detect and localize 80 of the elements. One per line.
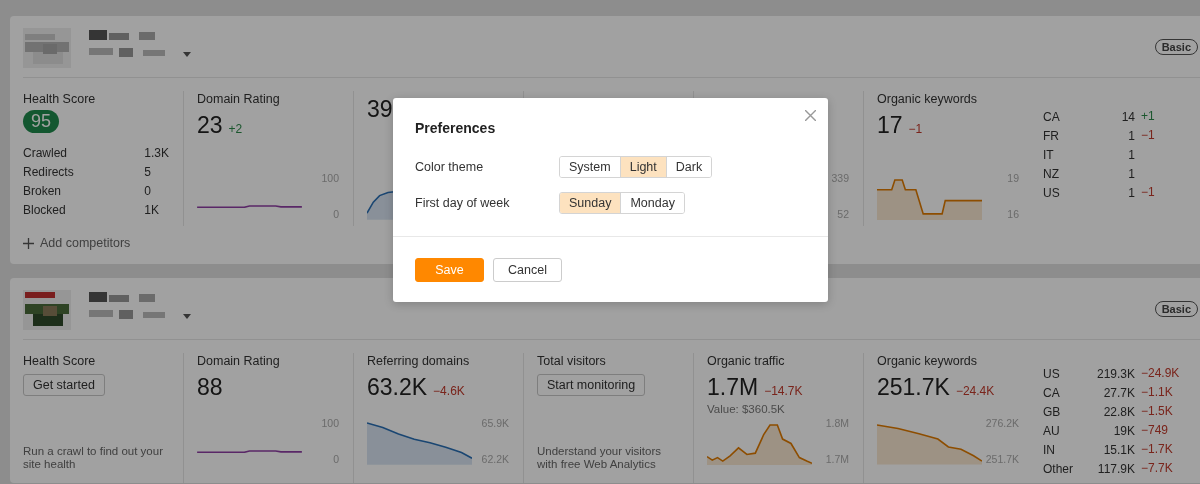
country-change: −749 [1141, 423, 1170, 439]
stat-label: Crawled [23, 145, 68, 161]
cancel-button[interactable]: Cancel [493, 258, 562, 282]
metric-change: +2 [228, 122, 243, 136]
country-value: 117.9K [1096, 461, 1135, 477]
setting-label: First day of week [415, 196, 511, 210]
metric-value: 23 [197, 111, 223, 139]
country-value: 1 [1127, 166, 1135, 182]
country-code: IN [1043, 442, 1056, 458]
metric-label: Referring domains [367, 353, 471, 369]
metric-change: −14.7K [764, 384, 803, 398]
country-value: 1 [1127, 128, 1135, 144]
metric-change: −4.6K [433, 384, 465, 398]
setting-label: Color theme [415, 160, 485, 174]
country-code: NZ [1043, 166, 1060, 182]
metric-label: Health Score [23, 353, 97, 369]
country-change: −1 [1141, 185, 1156, 201]
stat-value: 0 [144, 183, 152, 199]
metric-change: −24.4K [955, 384, 995, 398]
country-value: 1 [1127, 147, 1135, 163]
caret-icon[interactable] [183, 314, 191, 319]
country-code: GB [1043, 404, 1062, 420]
country-change: +1 [1141, 109, 1156, 125]
metric-value: 17 [877, 111, 903, 139]
country-change: −24.9K [1141, 366, 1181, 382]
option-toggle[interactable]: Dark [665, 157, 712, 177]
close-icon [805, 110, 816, 121]
country-code: CA [1043, 385, 1061, 401]
country-code: IT [1043, 147, 1055, 163]
metric-value: 1.7M [707, 373, 759, 401]
country-change: −1 [1141, 128, 1156, 144]
stat-value: 1K [144, 202, 160, 218]
country-code: Other [1043, 461, 1074, 477]
country-change: −1.5K [1141, 404, 1174, 420]
country-value: 27.7K [1102, 385, 1135, 401]
caret-icon[interactable] [183, 52, 191, 57]
country-value: 1 [1127, 185, 1135, 201]
dialog-title: Preferences [415, 120, 497, 136]
country-change: −7.7K [1141, 461, 1174, 477]
stat-label: Broken [23, 183, 63, 199]
close-button[interactable] [803, 108, 818, 123]
country-code: US [1043, 366, 1061, 382]
metric-label: Total visitors [537, 353, 607, 369]
country-change: −1.1K [1141, 385, 1174, 401]
stat-label: Redirects [23, 164, 75, 180]
option-toggle[interactable]: Light [619, 157, 666, 177]
stat-label: Blocked [23, 202, 67, 218]
metric-label: Domain Rating [197, 353, 281, 369]
option-toggle[interactable]: Monday [620, 193, 684, 213]
option-toggle[interactable]: Sunday [560, 193, 621, 213]
metric-label: Organic keywords [877, 91, 979, 107]
metric-value: 39 [367, 95, 393, 123]
country-value: 19K [1112, 423, 1135, 439]
metric-value: 88 [197, 373, 223, 401]
country-value: 15.1K [1102, 442, 1135, 458]
metric-label: Health Score [23, 91, 97, 107]
plus-icon [23, 237, 34, 249]
hint-text: Run a crawl to find out your site health [23, 445, 164, 471]
metric-value: 63.2K [367, 373, 428, 401]
country-code: AU [1043, 423, 1061, 439]
country-code: FR [1043, 128, 1060, 144]
metric-value: 251.7K [877, 373, 950, 401]
metric-subtext: Value: $360.5K [707, 403, 786, 415]
hint-text: Understand your visitors with free Web Analytics [537, 445, 662, 471]
country-code: CA [1043, 109, 1061, 125]
health-score-badge: 95 [23, 110, 60, 133]
action-button[interactable]: Get started [23, 374, 105, 396]
country-value: 22.8K [1102, 404, 1135, 420]
country-value: 14 [1121, 109, 1135, 125]
metric-label: Organic keywords [877, 353, 979, 369]
add-competitors-link[interactable]: Add competitors [40, 236, 131, 250]
stat-value: 1.3K [144, 145, 169, 161]
country-code: US [1043, 185, 1061, 201]
stat-value: 5 [144, 164, 152, 180]
metric-label: Domain Rating [197, 91, 281, 107]
metric-change: −1 [908, 122, 923, 136]
action-button[interactable]: Start monitoring [537, 374, 646, 396]
country-change: −1.7K [1141, 442, 1174, 458]
metric-label: Organic traffic [707, 353, 786, 369]
country-value: 219.3K [1096, 366, 1135, 382]
